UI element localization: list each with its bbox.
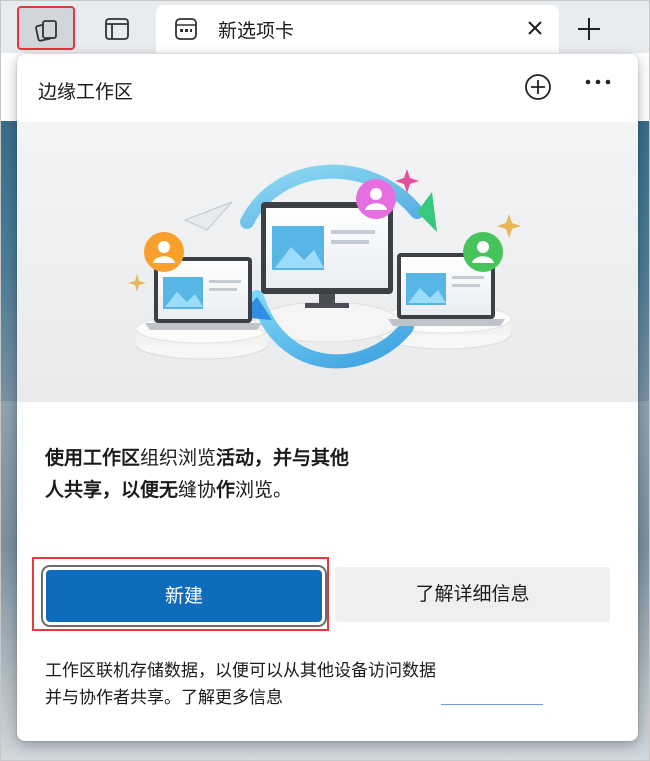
vertical-tabs-button[interactable]	[93, 9, 139, 49]
footer-text: 工作区联机存储数据，以便可以从其他设备访问数据并与协作者共享。了解更多信息	[45, 661, 436, 708]
more-icon[interactable]	[585, 78, 611, 86]
add-circle-icon[interactable]	[523, 72, 553, 102]
tab-title: 新选项卡	[218, 20, 295, 42]
desc-part-2: 组织浏览	[140, 447, 217, 469]
tab-strip: 新选项卡	[1, 1, 649, 53]
new-tab-button[interactable]	[569, 9, 609, 49]
workspaces-button[interactable]	[17, 6, 75, 50]
desc-part-7: 浏览。	[235, 479, 293, 501]
browser-window: 新选项卡 边缘工作区 使用工作区组织浏览活动，并与其他人共享，以便无缝协作浏览。…	[0, 0, 650, 761]
vertical-tabs-icon	[105, 18, 129, 40]
desc-part-1: 使用工作区	[45, 447, 141, 469]
create-workspace-button[interactable]: 新建	[46, 570, 322, 622]
close-icon[interactable]	[527, 20, 543, 36]
illustration-art	[128, 164, 521, 369]
learn-more-link-underline[interactable]	[441, 704, 543, 705]
desc-part-5: 缝协	[178, 479, 217, 501]
workspaces-icon	[35, 20, 57, 42]
plus-icon	[578, 18, 600, 40]
flyout-title: 边缘工作区	[38, 81, 134, 103]
learn-more-button[interactable]: 了解详细信息	[335, 567, 610, 622]
flyout-description: 使用工作区组织浏览活动，并与其他人共享，以便无缝协作浏览。	[45, 442, 355, 506]
workspaces-illustration	[17, 122, 638, 402]
tab-new-tab[interactable]: 新选项卡	[156, 5, 559, 53]
new-tab-page-icon	[175, 18, 197, 40]
workspaces-flyout: 边缘工作区 使用工作区组织浏览活动，并与其他人共享，以便无缝协作浏览。 新建 了…	[17, 54, 638, 741]
desc-part-6: 作	[216, 479, 236, 501]
desc-part-3: 活动	[216, 447, 255, 469]
